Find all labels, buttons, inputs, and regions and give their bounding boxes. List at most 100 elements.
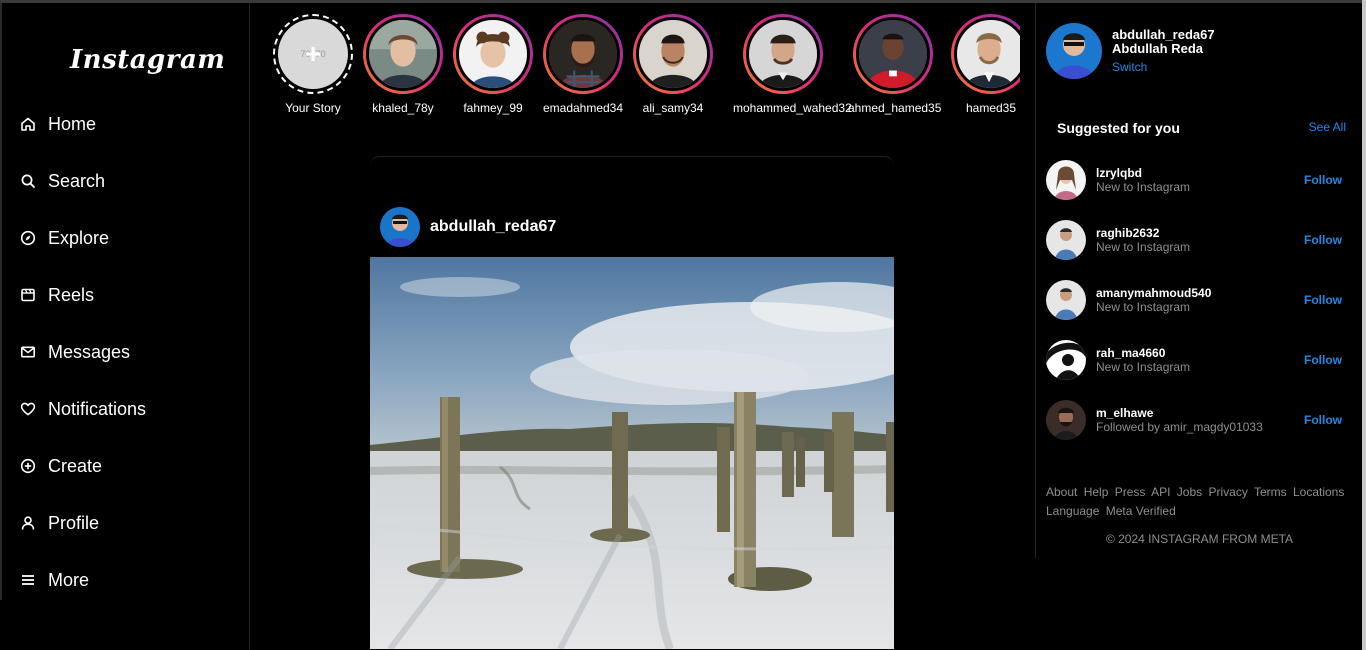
footer-link[interactable]: Language	[1046, 504, 1099, 518]
avatar	[546, 17, 620, 91]
footer-link[interactable]: Privacy	[1208, 485, 1247, 499]
suggestion-row: m_elhawe Followed by amir_magdy01033 Foll…	[1046, 399, 1346, 441]
story-ring	[633, 14, 713, 94]
sidebar-item-label: Profile	[48, 512, 100, 533]
feed-post: abdullah_reda67	[370, 156, 894, 650]
current-full-name: Abdullah Reda	[1112, 41, 1204, 56]
post-author-username[interactable]: abdullah_reda67	[430, 218, 556, 236]
footer-link[interactable]: Press	[1115, 485, 1146, 499]
home-icon	[20, 116, 36, 132]
footer-link[interactable]: API	[1151, 485, 1170, 499]
avatar[interactable]	[1046, 23, 1102, 79]
footer-link[interactable]: Terms	[1254, 485, 1287, 499]
current-account: abdullah_reda67 Abdullah Reda Switch	[1046, 23, 1215, 79]
sidebar-item-label: Search	[48, 170, 106, 191]
sidebar-item-notifications[interactable]: Notifications	[20, 396, 146, 422]
current-username[interactable]: abdullah_reda67	[1112, 28, 1215, 42]
story-item[interactable]: fahmey_99	[448, 14, 538, 115]
suggestion-subtitle: Followed by amir_magdy01033	[1096, 420, 1263, 434]
story-ring	[363, 14, 443, 94]
plus-icon[interactable]: +	[305, 40, 321, 68]
story-username: fahmey_99	[463, 101, 523, 115]
footer-link[interactable]: Locations	[1293, 485, 1344, 499]
search-icon	[20, 173, 36, 189]
avatar	[636, 17, 710, 91]
avatar[interactable]	[1046, 340, 1086, 380]
story-username: emadahmed34	[542, 101, 624, 115]
story-item[interactable]: ali_samy34	[628, 14, 718, 115]
follow-button[interactable]: Follow	[1304, 353, 1342, 367]
sidebar-item-label: More	[48, 569, 90, 590]
suggestion-row: raghib2632 New to Instagram Follow	[1046, 219, 1346, 261]
instagram-logo[interactable]: Instagram	[70, 45, 225, 75]
avatar	[856, 17, 930, 91]
story-ring	[853, 14, 933, 94]
suggestion-username[interactable]: lzrylqbd	[1096, 166, 1304, 180]
avatar	[456, 17, 530, 91]
sidebar-item-explore[interactable]: Explore	[20, 225, 109, 251]
sidebar-item-reels[interactable]: Reels	[20, 282, 94, 308]
story-item[interactable]: emadahmed34	[538, 14, 628, 115]
follow-button[interactable]: Follow	[1304, 233, 1342, 247]
post-header: abdullah_reda67	[380, 207, 556, 247]
suggestion-row: rah_ma4660 New to Instagram Follow	[1046, 339, 1346, 381]
story-your-story[interactable]: 70×70 + Your Story	[268, 14, 358, 115]
suggestion-subtitle: New to Instagram	[1096, 240, 1191, 254]
user-icon	[20, 515, 36, 531]
avatar[interactable]	[1046, 160, 1086, 200]
stories-bar: 70×70 + Your Story khaled_78y fahmey_99 …	[268, 14, 1020, 124]
story-ring	[743, 14, 823, 94]
suggestion-username[interactable]: m_elhawe	[1096, 406, 1304, 420]
sidebar-divider	[0, 3, 2, 600]
suggestions-heading: Suggested for you	[1057, 120, 1180, 136]
suggestion-username[interactable]: amanymahmoud540	[1096, 286, 1304, 300]
avatar[interactable]	[1046, 400, 1086, 440]
sidebar-item-messages[interactable]: Messages	[20, 339, 130, 365]
footer-link[interactable]: Jobs	[1177, 485, 1202, 499]
story-username: ali_samy34	[642, 101, 704, 115]
see-all-link[interactable]: See All	[1309, 120, 1346, 134]
sidebar-item-label: Reels	[48, 284, 95, 305]
story-label: Your Story	[285, 101, 341, 115]
post-author-avatar[interactable]	[380, 207, 420, 247]
suggestion-username[interactable]: rah_ma4660	[1096, 346, 1304, 360]
story-item[interactable]: hamed35	[946, 14, 1020, 115]
story-ring	[453, 14, 533, 94]
heart-icon	[20, 401, 36, 417]
mail-icon	[20, 344, 36, 360]
avatar	[954, 17, 1020, 91]
sidebar-item-home[interactable]: Home	[20, 111, 96, 137]
sidebar-item-label: Messages	[48, 341, 131, 362]
avatar[interactable]	[1046, 280, 1086, 320]
story-item[interactable]: khaled_78y	[358, 14, 448, 115]
avatar	[366, 17, 440, 91]
switch-account-link[interactable]: Switch	[1112, 60, 1147, 74]
footer-links: About Help Press API Jobs Privacy Terms …	[1046, 483, 1356, 521]
post-image[interactable]	[370, 257, 894, 649]
suggestions-panel: abdullah_reda67 Abdullah Reda Switch Sug…	[1035, 3, 1362, 558]
copyright: © 2024 INSTAGRAM FROM META	[1105, 532, 1294, 546]
story-username: khaled_78y	[372, 101, 434, 115]
sidebar-item-search[interactable]: Search	[20, 168, 105, 194]
avatar[interactable]	[1046, 220, 1086, 260]
story-item[interactable]: ahmed_hamed35	[848, 14, 941, 115]
story-item[interactable]: mohammed_wahed32	[733, 14, 852, 115]
sidebar-item-label: Home	[48, 113, 97, 134]
page-scrollbar[interactable]	[1362, 0, 1366, 650]
story-username: hamed35	[965, 101, 1017, 115]
follow-button[interactable]: Follow	[1304, 173, 1342, 187]
menu-icon	[20, 572, 36, 588]
suggestion-row: amanymahmoud540 New to Instagram Follow	[1046, 279, 1346, 321]
sidebar-item-create[interactable]: Create	[20, 453, 102, 479]
follow-button[interactable]: Follow	[1304, 293, 1342, 307]
avatar-placeholder: 70×70 +	[278, 19, 348, 89]
sidebar-item-more[interactable]: More	[20, 567, 89, 593]
footer-link[interactable]: Meta Verified	[1106, 504, 1176, 518]
footer-link[interactable]: About	[1046, 485, 1077, 499]
story-username: mohammed_wahed32	[733, 101, 852, 115]
compass-icon	[20, 230, 36, 246]
follow-button[interactable]: Follow	[1304, 413, 1342, 427]
suggestion-username[interactable]: raghib2632	[1096, 226, 1304, 240]
footer-link[interactable]: Help	[1084, 485, 1109, 499]
sidebar-item-profile[interactable]: Profile	[20, 510, 99, 536]
